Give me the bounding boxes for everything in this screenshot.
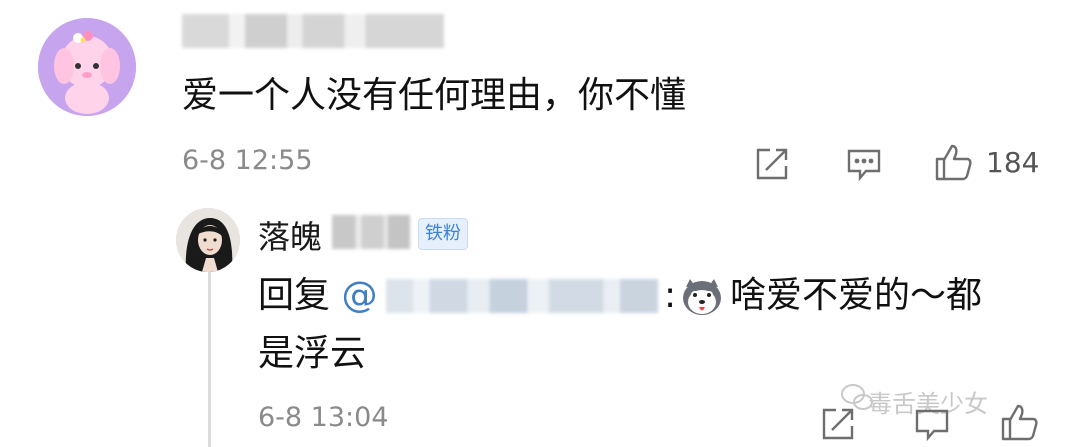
reply-prefix: 回复 @ (258, 270, 377, 322)
reply-colon: : (664, 275, 677, 316)
reply-username[interactable]: 落魄 (258, 212, 322, 258)
reply-time: 6-8 13:04 (258, 402, 389, 433)
reply-username-blurred[interactable] (332, 215, 410, 249)
thread-line (208, 272, 211, 447)
reply-text-line1: 啥爱不爱的～都 (730, 275, 983, 316)
reply-like-icon[interactable] (1000, 402, 1040, 442)
fan-badge: 铁粉 (418, 218, 468, 250)
reply-share-icon[interactable] (820, 406, 856, 442)
mention-blurred[interactable] (386, 279, 658, 313)
reply-reply-icon[interactable] (914, 408, 950, 442)
reply-avatar[interactable] (176, 208, 240, 272)
reply-text-line2: 是浮云 (258, 333, 367, 374)
reply-icon[interactable] (846, 148, 882, 182)
comment-time: 6-8 12:55 (182, 145, 313, 176)
share-icon[interactable] (754, 146, 790, 182)
username-blurred[interactable] (182, 14, 444, 48)
like-icon[interactable] (934, 142, 974, 182)
comment-text: 爱一个人没有任何理由，你不懂 (182, 75, 687, 116)
like-count: 184 (986, 146, 1040, 179)
reply-label: 回复 (258, 275, 342, 316)
avatar[interactable] (38, 18, 136, 116)
husky-emoji-icon (680, 277, 724, 317)
mention-at[interactable]: @ (341, 275, 377, 316)
